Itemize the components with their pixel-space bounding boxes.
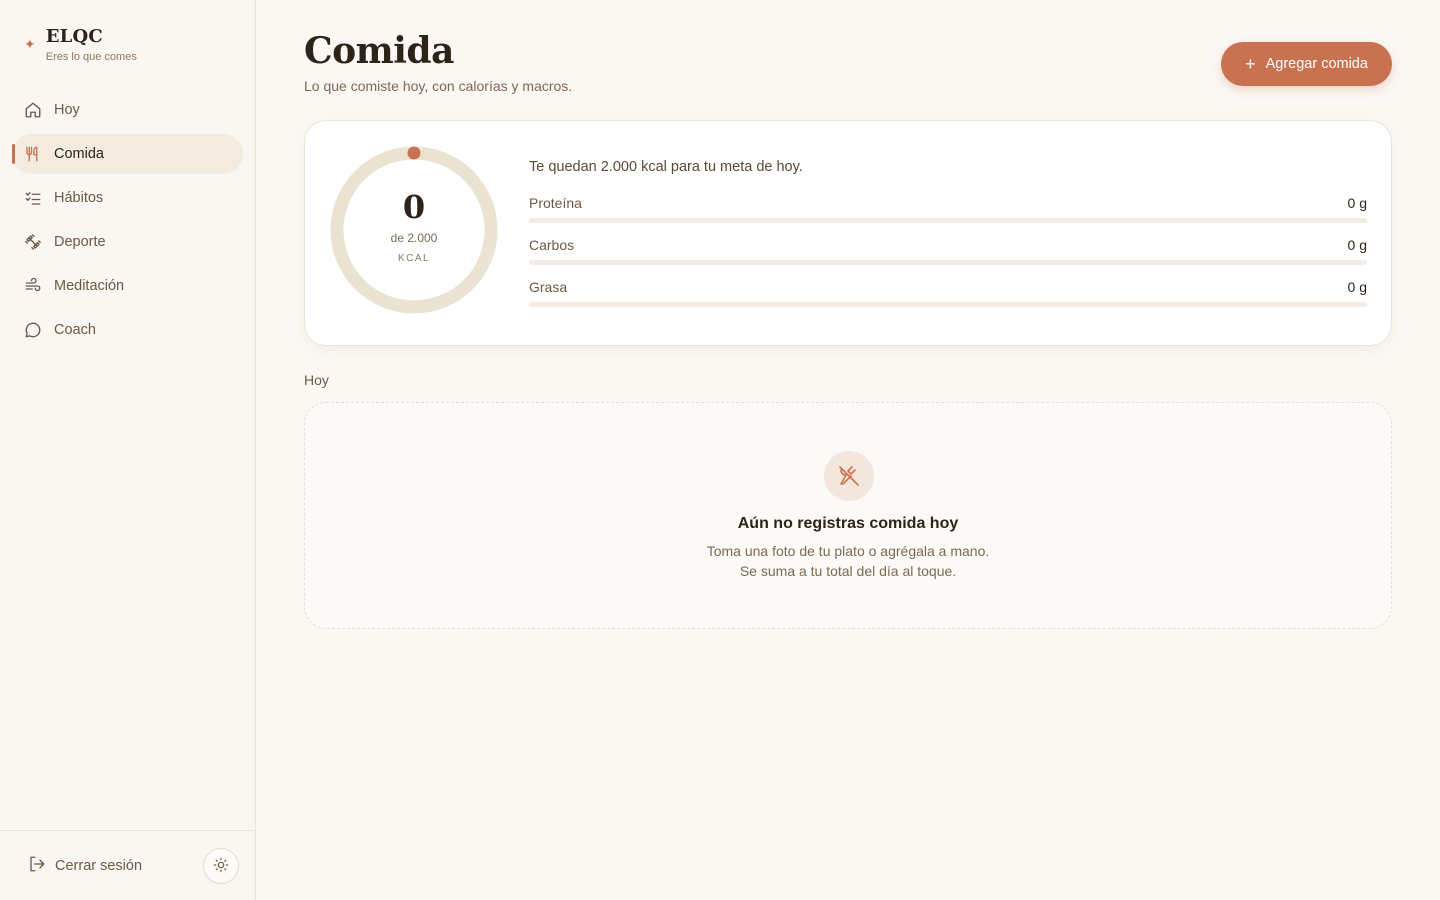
macro-fat: Grasa 0 g: [529, 279, 1367, 307]
sidebar-item-label: Hoy: [54, 102, 80, 118]
sidebar-item-label: Hábitos: [54, 190, 104, 206]
sidebar-nav: Hoy Comida Hábitos Deporte Meditación Co…: [12, 90, 243, 354]
sidebar-item-meditacion[interactable]: Meditación: [12, 266, 243, 306]
macro-protein: Proteína 0 g: [529, 195, 1367, 223]
empty-state: Aún no registras comida hoy Toma una fot…: [304, 402, 1392, 629]
page-title: Comida: [304, 30, 454, 72]
logout-icon: [28, 855, 46, 877]
sidebar-item-label: Deporte: [54, 234, 106, 250]
empty-state-line-2: Se suma a tu total del día al toque.: [739, 563, 957, 579]
empty-state-title: Aún no registras comida hoy: [737, 515, 959, 532]
add-food-label: Agregar comida: [1265, 56, 1368, 72]
logout-label: Cerrar sesión: [55, 858, 143, 874]
brand-name: ELQC: [45, 26, 103, 47]
sidebar-item-label: Comida: [54, 146, 104, 162]
utensils-icon: [24, 145, 42, 163]
macro-progress-track: [529, 260, 1367, 265]
sidebar-item-label: Meditación: [54, 278, 125, 294]
kcal-unit: KCAL: [397, 252, 431, 264]
sidebar-item-label: Coach: [54, 322, 96, 338]
macro-carbs: Carbos 0 g: [529, 237, 1367, 265]
sparkle-icon: ✦: [24, 36, 36, 52]
page-subtitle: Lo que comiste hoy, con calorías y macro…: [304, 78, 573, 94]
add-food-button[interactable]: + Agregar comida: [1221, 42, 1392, 86]
calorie-summary-card: 0 de 2.000 KCAL Te quedan 2.000 kcal par…: [304, 120, 1392, 346]
today-section-label: Hoy: [304, 372, 329, 388]
kcal-goal: de 2.000: [390, 230, 438, 245]
macro-progress-track: [529, 302, 1367, 307]
empty-state-line-1: Toma una foto de tu plato o agrégala a m…: [706, 543, 990, 559]
macro-label: Proteína: [529, 195, 582, 211]
sidebar-item-habitos[interactable]: Hábitos: [12, 178, 243, 218]
logout-button[interactable]: Cerrar sesión: [28, 855, 142, 877]
wind-icon: [24, 277, 42, 295]
theme-toggle-button[interactable]: [203, 848, 239, 884]
plus-icon: +: [1245, 54, 1256, 74]
checklist-icon: [24, 189, 42, 207]
macro-value: 0 g: [1347, 279, 1367, 295]
macro-value: 0 g: [1347, 195, 1367, 211]
sidebar-item-comida[interactable]: Comida: [12, 134, 243, 174]
calorie-ring-center: 0 de 2.000 KCAL: [329, 145, 499, 315]
sidebar-item-coach[interactable]: Coach: [12, 310, 243, 350]
chat-icon: [24, 321, 42, 339]
sidebar-item-hoy[interactable]: Hoy: [12, 90, 243, 130]
sidebar: ✦ ELQC Eres lo que comes Hoy Comida Hábi…: [0, 0, 256, 900]
dumbbell-icon: [24, 233, 42, 251]
no-food-icon: [824, 451, 874, 501]
macro-progress-track: [529, 218, 1367, 223]
macro-value: 0 g: [1347, 237, 1367, 253]
sun-icon: [213, 857, 229, 876]
sidebar-item-deporte[interactable]: Deporte: [12, 222, 243, 262]
sidebar-footer: Cerrar sesión: [0, 830, 255, 900]
macro-label: Grasa: [529, 279, 568, 295]
brand: ✦ ELQC Eres lo que comes: [24, 26, 137, 63]
macro-label: Carbos: [529, 237, 575, 253]
remaining-kcal-text: Te quedan 2.000 kcal para tu meta de hoy…: [529, 159, 803, 175]
brand-tagline: Eres lo que comes: [45, 51, 137, 63]
kcal-consumed: 0: [402, 187, 426, 226]
home-icon: [24, 101, 42, 119]
